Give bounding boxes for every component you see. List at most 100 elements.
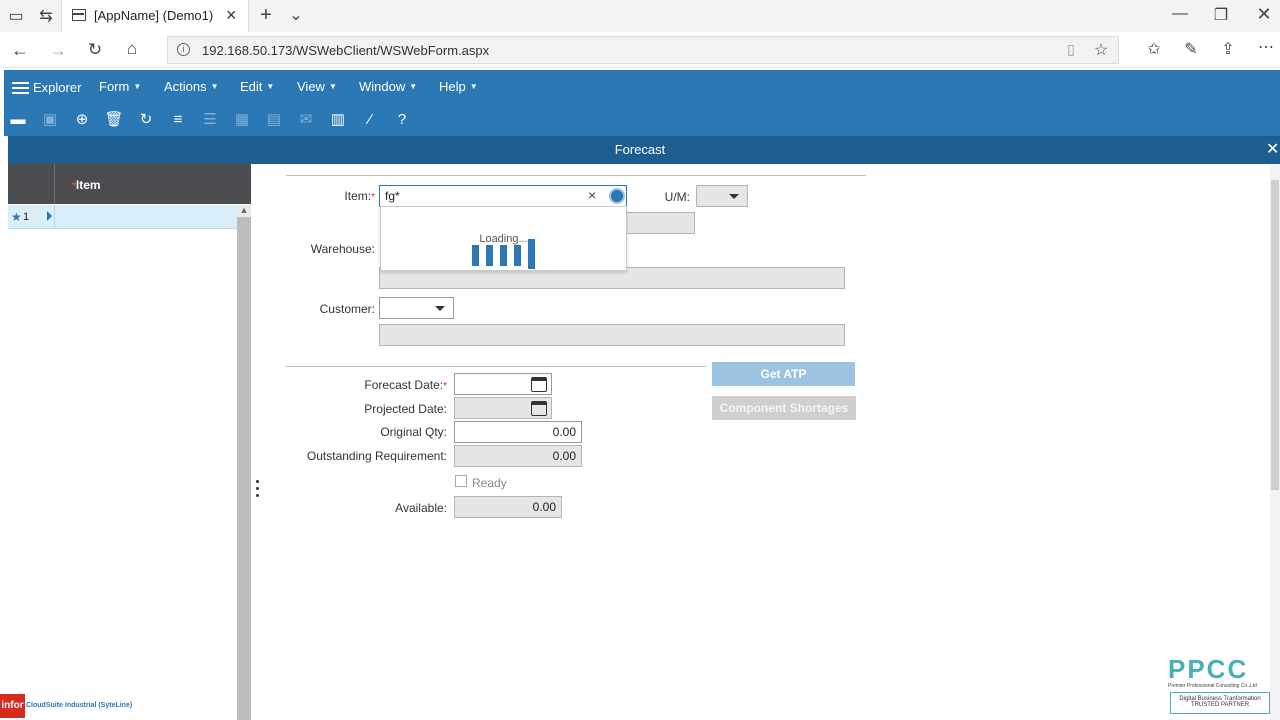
item-input[interactable]: fg* × (379, 185, 627, 207)
calendar-icon[interactable] (531, 377, 547, 392)
globe-icon[interactable]: ⊕ (72, 110, 92, 130)
available-input: 0.00 (454, 496, 562, 518)
caret-down-icon: ▼ (133, 82, 142, 91)
warehouse-label: Warehouse: (310, 242, 375, 256)
delete-icon[interactable]: 🗑 (104, 110, 124, 130)
um-select[interactable] (696, 185, 748, 207)
menu-window[interactable]: Window ▼ (359, 79, 417, 94)
item-label: Item:* (300, 189, 375, 203)
lookup-icon[interactable] (609, 188, 625, 204)
forward-icon[interactable]: → (45, 40, 71, 61)
menu-form[interactable]: Form ▼ (99, 79, 141, 94)
reading-view-icon[interactable]: ▯ (1058, 41, 1084, 58)
row-separator (54, 205, 55, 229)
mail-icon[interactable]: ✉ (296, 110, 316, 130)
row-pointer-icon (47, 211, 52, 221)
ready-checkbox[interactable] (455, 475, 467, 487)
grid-column-item-label: Item (75, 178, 101, 192)
save-icon[interactable]: ▣ (40, 110, 60, 130)
calendar-icon[interactable] (531, 401, 547, 416)
menu-view[interactable]: View ▼ (297, 79, 337, 94)
grid-scrollbar[interactable] (237, 205, 251, 720)
menu-help[interactable]: Help ▼ (439, 79, 478, 94)
panel-splitter[interactable] (251, 164, 259, 720)
row-number: 1 (23, 211, 30, 223)
tab-title: [AppName] (Demo1) (94, 8, 214, 23)
required-marker: * (443, 381, 447, 392)
item-label-text: Item: (344, 189, 372, 203)
app-toolbar: ▬ ▣ ⊕ 🗑 ↻ ≡ ☰ ▦ ▤ ✉ ▥ ⁄ ? (4, 104, 1280, 136)
hamburger-icon[interactable] (12, 82, 29, 94)
url-field[interactable]: i 192.168.50.173/WSWebClient/WSWebForm.a… (167, 36, 1119, 64)
list-icon[interactable]: ☰ (200, 110, 220, 130)
infor-logo: infor (0, 694, 25, 718)
star-icon[interactable]: ☆ (1088, 40, 1114, 60)
forecast-date-input[interactable] (454, 373, 552, 395)
reload-icon[interactable]: ↻ (82, 40, 108, 60)
tabs-aside-icon[interactable]: ▭ (3, 6, 29, 26)
home-icon[interactable]: ⌂ (119, 39, 145, 59)
customer-description (379, 324, 845, 346)
menu-edit-label: Edit (240, 79, 263, 94)
favorites-icon[interactable]: ✩ (1141, 39, 1167, 59)
tab-preview-icon[interactable]: ⇆ (33, 6, 59, 26)
original-qty-label: Original Qty: (380, 425, 447, 439)
minimize-icon[interactable]: — (1167, 5, 1193, 23)
restore-icon[interactable]: ❐ (1208, 5, 1234, 25)
star-icon: ★ (11, 210, 22, 224)
form-close-icon[interactable]: ✕ (1266, 139, 1279, 159)
share-icon[interactable]: ⇪ (1215, 39, 1241, 59)
document-icon[interactable]: ▤ (264, 110, 284, 130)
tab-close-icon[interactable]: × (226, 5, 237, 26)
chevron-down-icon (729, 194, 739, 199)
caret-down-icon: ▼ (266, 82, 275, 91)
back-icon[interactable]: ← (7, 40, 33, 61)
new-tab-icon[interactable]: + (253, 4, 279, 27)
menu-actions-label: Actions (164, 79, 207, 94)
calendar-icon[interactable]: ▦ (232, 110, 252, 130)
tab-list-chevron-icon[interactable]: ⌄ (283, 5, 309, 25)
projected-date-input[interactable] (454, 397, 552, 419)
get-atp-button[interactable]: Get ATP (712, 362, 855, 386)
grid-column-item[interactable]: *Item (72, 178, 101, 192)
table-row[interactable]: ★ 1 (8, 205, 237, 229)
outstanding-requirement-label: Outstanding Requirement: (306, 449, 447, 463)
component-shortages-button[interactable]: Component Shortages (712, 396, 856, 420)
menu-actions[interactable]: Actions ▼ (164, 79, 219, 94)
original-qty-input[interactable]: 0.00 (454, 421, 582, 443)
form-title-bar: Forecast ✕ (8, 136, 1280, 164)
loading-bar (514, 245, 521, 266)
scroll-up-icon[interactable]: ▲ (237, 205, 251, 217)
mid-divider (286, 366, 706, 367)
available-label: Available: (395, 501, 447, 515)
menu-form-label: Form (99, 79, 130, 94)
clear-icon[interactable]: × (588, 187, 596, 203)
customer-select[interactable] (379, 297, 454, 319)
splitter-handle-icon[interactable] (256, 480, 259, 500)
pen-icon[interactable]: ✎ (1178, 39, 1204, 59)
record-grid: *Item ★ 1 ▲ (8, 164, 251, 720)
loading-bar (528, 239, 535, 269)
refresh-icon[interactable]: ↻ (136, 110, 156, 130)
menu-edit[interactable]: Edit ▼ (240, 79, 274, 94)
caret-down-icon: ▼ (210, 82, 219, 91)
report-icon[interactable]: ▥ (328, 110, 348, 130)
explorer-menu[interactable]: Explorer (33, 80, 81, 95)
forecast-date-label: Forecast Date:* (300, 378, 447, 392)
brush-icon[interactable]: ⁄ (360, 110, 380, 130)
forecast-date-label-text: Forecast Date: (364, 378, 444, 392)
help-icon[interactable]: ? (392, 110, 412, 130)
grid-header (8, 164, 251, 204)
more-icon[interactable]: ⋯ (1253, 37, 1279, 57)
browser-tab[interactable]: [AppName] (Demo1) × (61, 0, 249, 32)
product-name: CloudSuite Industrial (SyteLine) (26, 702, 133, 709)
window-close-icon[interactable]: ✕ (1251, 4, 1277, 25)
open-folder-icon[interactable]: ▬ (8, 110, 28, 130)
required-marker: * (371, 192, 375, 203)
filter-icon[interactable]: ≡ (168, 110, 188, 130)
form-scrollbar-thumb[interactable] (1271, 180, 1279, 490)
loading-text: Loading... (479, 233, 528, 245)
projected-date-label: Projected Date: (364, 402, 447, 416)
info-icon[interactable]: i (177, 43, 190, 56)
menu-help-label: Help (439, 79, 466, 94)
